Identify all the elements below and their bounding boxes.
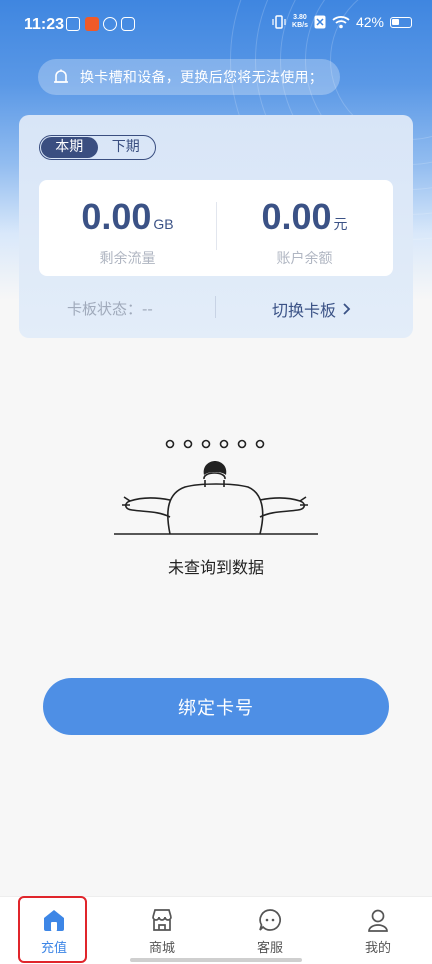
tab-service[interactable]: 客服 <box>216 907 324 956</box>
tab-current-period[interactable]: 本期 <box>41 137 98 158</box>
tab-service-label: 客服 <box>256 941 283 956</box>
chevron-right-icon <box>343 303 351 315</box>
net-speed: 3.80 KB/s <box>292 14 308 30</box>
empty-state-text: 未查询到数据 <box>167 558 264 577</box>
balance-unit: 元 <box>333 216 348 232</box>
net-speed-value: 3.80 <box>293 14 307 21</box>
wifi-icon <box>332 16 350 29</box>
home-icon <box>44 910 64 931</box>
board-status: 卡板状态：-- <box>67 300 153 318</box>
period-toggle: 本期 下期 <box>39 135 156 160</box>
empty-state-illustration <box>114 439 318 535</box>
battery-percent: 42% <box>355 14 384 30</box>
status-time: 11:23 <box>24 16 65 33</box>
tab-next-period[interactable]: 下期 <box>98 137 155 158</box>
net-speed-unit: KB/s <box>292 22 308 29</box>
data-remaining-value-row: 0.00 GB <box>39 198 216 243</box>
data-remaining-value: 0.00 <box>81 196 152 237</box>
tab-recharge[interactable]: 充值 <box>0 907 108 956</box>
stats-panel: 0.00 GB 剩余流量 0.00 元 账户余额 <box>39 180 393 276</box>
data-remaining-stat: 0.00 GB 剩余流量 <box>39 198 216 268</box>
battery-icon <box>390 16 412 28</box>
data-remaining-label: 剩余流量 <box>99 251 156 267</box>
notice-banner[interactable]: 换卡槽和设备，更换后您将无法使用； <box>38 59 340 95</box>
data-remaining-unit: GB <box>153 216 174 232</box>
tab-shop[interactable]: 商城 <box>108 907 216 956</box>
switch-board-button[interactable]: 切换卡板 <box>272 297 352 321</box>
usage-card: 本期 下期 0.00 GB 剩余流量 0.00 元 账户余额 卡板状态：-- 切换卡… <box>19 115 413 338</box>
tab-recharge-label: 充值 <box>40 941 67 956</box>
bind-card-button[interactable]: 绑定卡号 <box>43 678 389 735</box>
bottom-tab-bar: 充值 商城 客服 我的 <box>0 896 432 964</box>
footer-divider <box>215 296 216 318</box>
bell-icon <box>54 69 68 83</box>
balance-value-row: 0.00 元 <box>216 198 393 243</box>
no-sim-icon <box>314 15 326 29</box>
app-notification-icon <box>85 17 99 31</box>
chat-icon <box>259 909 281 931</box>
notice-text: 换卡槽和设备，更换后您将无法使用； <box>80 70 324 86</box>
balance-label: 账户余额 <box>276 251 333 267</box>
balance-stat: 0.00 元 账户余额 <box>216 198 393 268</box>
switch-board-label: 切换卡板 <box>272 301 337 320</box>
tab-shop-label: 商城 <box>148 941 175 956</box>
tab-mine-label: 我的 <box>364 941 391 956</box>
balance-value: 0.00 <box>261 196 332 237</box>
sync-icon <box>121 17 135 31</box>
tab-mine[interactable]: 我的 <box>324 907 432 956</box>
wechat-icon <box>103 17 117 31</box>
home-indicator <box>130 958 302 962</box>
vibrate-icon <box>272 15 286 29</box>
shop-icon <box>152 909 172 931</box>
mail-icon <box>66 17 80 31</box>
card-footer: 卡板状态：-- 切换卡板 <box>19 290 413 324</box>
user-icon <box>368 909 388 932</box>
status-bar: 11:23 3.80 KB/s 42% <box>0 0 432 50</box>
